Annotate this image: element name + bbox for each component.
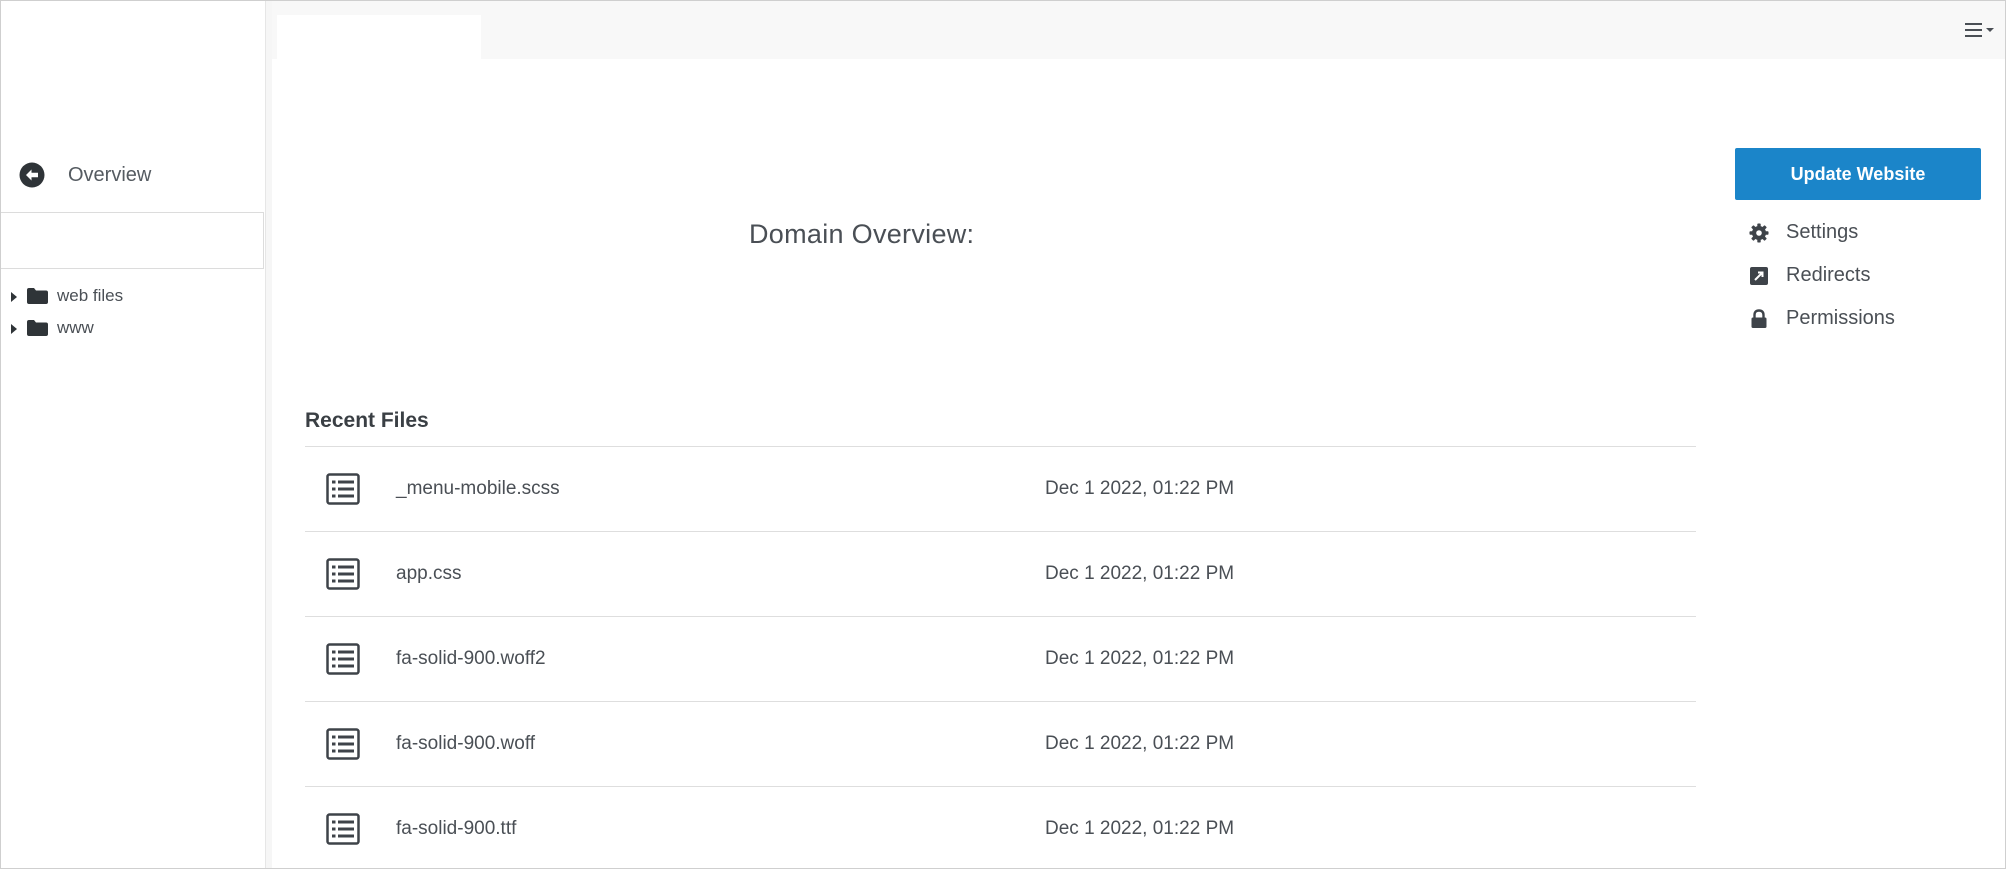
overview-back-link[interactable]: Overview [19, 162, 151, 188]
caret-right-icon[interactable] [9, 322, 19, 334]
arrow-circle-left-icon [19, 162, 45, 188]
domain-actions: Settings Redirects Permissions [1749, 211, 1895, 340]
tab-active[interactable] [277, 15, 481, 59]
overview-label: Overview [68, 163, 152, 186]
folder-icon [27, 288, 48, 304]
file-date: Dec 1 2022, 01:22 PM [1045, 478, 1235, 499]
file-date: Dec 1 2022, 01:22 PM [1045, 818, 1235, 839]
folder-icon [27, 320, 48, 336]
file-date: Dec 1 2022, 01:22 PM [1045, 563, 1235, 584]
file-date: Dec 1 2022, 01:22 PM [1045, 648, 1235, 669]
settings-link[interactable]: Settings [1749, 211, 1895, 254]
permissions-link[interactable]: Permissions [1749, 297, 1895, 340]
top-bar [272, 1, 2005, 59]
file-name[interactable]: fa-solid-900.ttf [396, 818, 516, 840]
lock-icon [1749, 308, 1769, 329]
update-website-button[interactable]: Update Website [1735, 148, 1981, 200]
file-list-icon [326, 813, 360, 845]
file-tree: web files www [9, 280, 123, 344]
page-title: Domain Overview: [749, 219, 975, 249]
file-date: Dec 1 2022, 01:22 PM [1045, 733, 1235, 754]
table-row[interactable]: fa-solid-900.ttf Dec 1 2022, 01:22 PM [305, 786, 1696, 868]
tree-item-label: web files [57, 286, 124, 305]
file-name[interactable]: _menu-mobile.scss [396, 478, 560, 500]
file-name[interactable]: fa-solid-900.woff [396, 733, 535, 755]
recent-files-list: _menu-mobile.scss Dec 1 2022, 01:22 PM a… [305, 446, 1696, 868]
app-window: Overview web files www Domain Overview: … [0, 0, 2006, 869]
gear-icon [1749, 223, 1769, 243]
redirects-label: Redirects [1786, 264, 1871, 286]
file-name[interactable]: app.css [396, 563, 461, 585]
settings-label: Settings [1786, 221, 1859, 243]
file-name[interactable]: fa-solid-900.woff2 [396, 648, 546, 670]
redirect-icon [1749, 266, 1769, 286]
file-list-icon [326, 728, 360, 760]
file-list-icon [326, 473, 360, 505]
table-row[interactable]: _menu-mobile.scss Dec 1 2022, 01:22 PM [305, 446, 1696, 531]
sidebar-filter-box[interactable] [1, 212, 264, 269]
sidebar-resize-handle[interactable] [266, 1, 272, 868]
tree-item-www[interactable]: www [9, 312, 123, 344]
table-row[interactable]: fa-solid-900.woff2 Dec 1 2022, 01:22 PM [305, 616, 1696, 701]
hamburger-menu-icon [1965, 21, 1995, 39]
recent-files-heading: Recent Files [305, 409, 429, 432]
table-row[interactable]: fa-solid-900.woff Dec 1 2022, 01:22 PM [305, 701, 1696, 786]
tree-item-label: www [57, 318, 94, 337]
file-list-icon [326, 558, 360, 590]
table-row[interactable]: app.css Dec 1 2022, 01:22 PM [305, 531, 1696, 616]
permissions-label: Permissions [1786, 307, 1895, 329]
caret-right-icon[interactable] [9, 290, 19, 302]
redirects-link[interactable]: Redirects [1749, 254, 1895, 297]
hamburger-menu-button[interactable] [1965, 21, 1995, 39]
file-list-icon [326, 643, 360, 675]
tree-item-web-files[interactable]: web files [9, 280, 123, 312]
sidebar: Overview web files www [1, 1, 266, 868]
